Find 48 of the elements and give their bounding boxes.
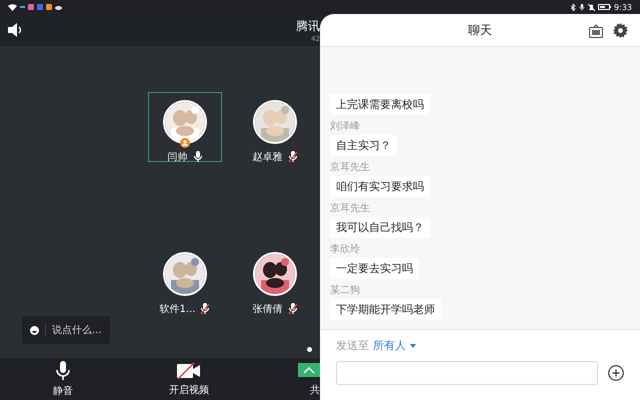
bluetooth-icon (571, 4, 576, 10)
toolbar-button[interactable]: 共 (252, 358, 320, 400)
participant-tile[interactable]: 赵卓雅 (238, 92, 312, 162)
participant-tile[interactable]: 张倩倩 (238, 244, 312, 314)
wifi-icon (8, 4, 17, 10)
mute-bell-icon (588, 4, 596, 10)
mic-icon (192, 151, 202, 163)
emoji-icon (30, 326, 39, 334)
muted-mic-icon (288, 303, 298, 315)
mic-icon (56, 360, 70, 380)
speaker-icon[interactable] (8, 23, 24, 37)
status-time: 9:33 (614, 2, 632, 12)
recipient-dropdown[interactable]: 所有人 (373, 338, 416, 353)
meeting-title: 腾讯 (296, 18, 320, 34)
mic-icon (579, 4, 586, 10)
settings-icon[interactable] (613, 23, 628, 38)
chat-title: 聊天 (468, 22, 492, 38)
chat-hint-field[interactable]: 说点什么... (22, 316, 110, 344)
notice-board-icon[interactable] (589, 24, 603, 38)
message-bubble: 自主实习？ (330, 135, 397, 156)
cloud-icon (55, 4, 62, 10)
message-input-field[interactable] (336, 361, 598, 385)
battery-icon (598, 4, 612, 10)
participant-name: 闫帅 (168, 150, 188, 164)
sender-name: 刘泽峰 (330, 121, 360, 132)
participant-name: 张倩倩 (252, 302, 282, 316)
sender-name: 京耳先生 (330, 162, 370, 173)
muted-mic-icon (288, 151, 298, 163)
message-bubble: 我可以自己找吗？ (330, 217, 430, 238)
participant-name: 软件1... (160, 303, 196, 316)
caret-icon (410, 344, 416, 348)
page-dot[interactable] (307, 347, 312, 352)
message-bubble: 一定要去实习吗 (330, 258, 419, 279)
toolbar-button[interactable]: 开启视频 (126, 358, 252, 400)
toolbar-button[interactable]: 静音 (0, 358, 126, 400)
plus-circle-icon[interactable] (608, 365, 624, 381)
send-to-label: 发送至 (336, 338, 369, 353)
sender-name: 李欣玲 (330, 244, 360, 255)
participant-name: 赵卓雅 (252, 150, 282, 164)
sender-name: 京耳先生 (330, 203, 370, 214)
muted-mic-icon (200, 303, 210, 315)
message-bubble: 下学期能开学吗老师 (330, 299, 441, 320)
camera-off-icon (177, 362, 201, 380)
message-bubble: 咱们有实习要求吗 (330, 176, 430, 197)
message-bubble: 上完课需要离校吗 (330, 94, 430, 115)
participant-tile[interactable]: 闫帅 (148, 92, 222, 162)
participant-tile[interactable]: 软件1... (148, 244, 222, 314)
sender-name: 某二狗 (330, 285, 360, 296)
